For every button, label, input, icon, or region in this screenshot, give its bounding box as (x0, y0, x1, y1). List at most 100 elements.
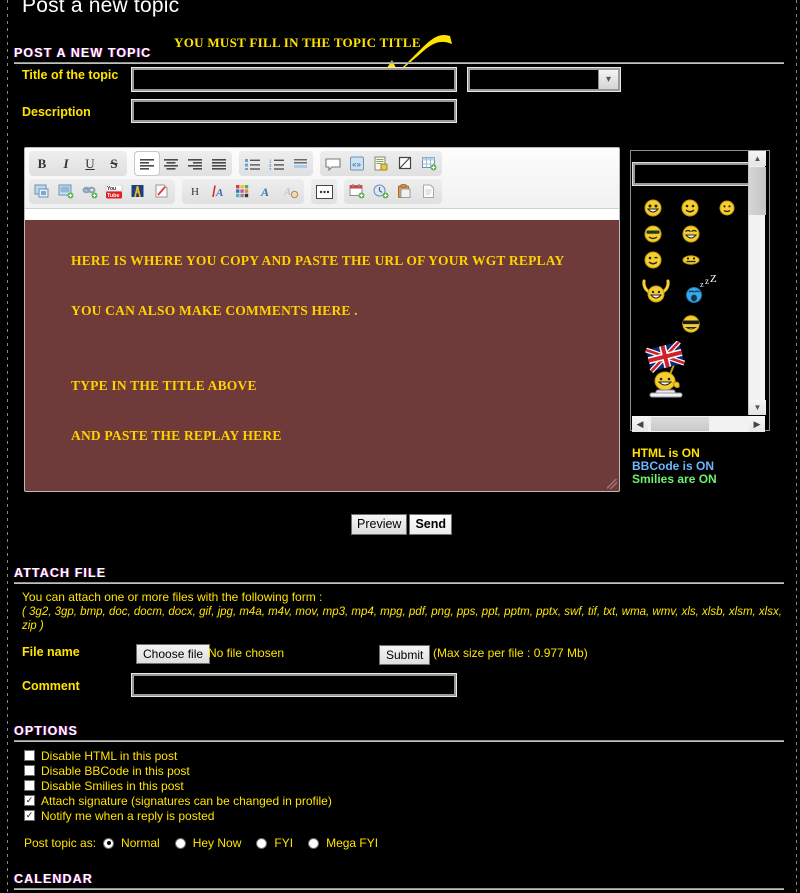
svg-text:Z: Z (710, 275, 717, 285)
category-select[interactable]: ▾ (467, 67, 621, 92)
option-row[interactable]: ✓ Notify me when a reply is posted (24, 808, 332, 823)
underline-icon[interactable]: U (78, 152, 102, 175)
code-icon[interactable]: «» (345, 152, 369, 175)
spoiler-icon[interactable] (393, 152, 417, 175)
smilies-vertical-scrollbar[interactable]: ▲ ▼ (748, 151, 766, 415)
choose-file-button[interactable]: Choose file (136, 644, 211, 664)
uk-flag-smiley-icon[interactable] (638, 341, 698, 399)
option-row[interactable]: ✓ Attach signature (signatures can be ch… (24, 793, 332, 808)
paste-icon[interactable] (393, 180, 417, 203)
scroll-down-icon[interactable]: ▼ (749, 400, 766, 415)
option-row[interactable]: Disable BBCode in this post (24, 763, 332, 778)
section-divider (14, 582, 784, 584)
checkbox-disable-html[interactable] (24, 750, 35, 761)
hidden-text-icon[interactable] (369, 152, 393, 175)
chevron-down-icon: ▾ (598, 70, 618, 89)
send-button[interactable]: Send (409, 514, 453, 535)
italic-icon[interactable]: I (54, 152, 78, 175)
checkbox-disable-smilies[interactable] (24, 780, 35, 791)
comment-input[interactable] (131, 673, 457, 697)
toolbar-group-align (134, 151, 232, 176)
align-left-icon[interactable] (135, 152, 159, 175)
strikethrough-icon[interactable]: S (102, 152, 126, 175)
section-heading-post: POST A NEW TOPIC (14, 46, 152, 60)
indent-icon[interactable] (288, 152, 312, 175)
font-family-icon[interactable]: A (255, 180, 279, 203)
checkbox-notify-reply[interactable]: ✓ (24, 810, 35, 821)
table-icon[interactable] (417, 152, 441, 175)
align-right-icon[interactable] (183, 152, 207, 175)
radio-hey-now[interactable] (174, 837, 186, 849)
scrollbar-thumb-horizontal[interactable] (651, 417, 709, 431)
sleep-smiley-icon[interactable]: zzZ (678, 273, 722, 307)
radio-fyi[interactable] (256, 837, 268, 849)
section-divider (14, 888, 784, 890)
scroll-right-icon[interactable]: ▶ (749, 416, 765, 432)
options-checkbox-list: Disable HTML in this post Disable BBCode… (24, 748, 332, 823)
option-row[interactable]: Disable HTML in this post (24, 748, 332, 763)
section-options: OPTIONS (14, 724, 784, 742)
description-input[interactable] (131, 99, 457, 123)
wink-smiley-icon[interactable] (634, 247, 672, 273)
comment-label: Comment (22, 679, 80, 693)
neutral-smiley-icon[interactable] (709, 195, 746, 221)
insert-media-icon[interactable] (54, 180, 78, 203)
section-heading-calendar: CALENDAR (14, 872, 93, 886)
radio-label-hey-now: Hey Now (192, 836, 242, 850)
file-name-label: File name (22, 645, 80, 659)
description-field-label: Description (22, 105, 91, 119)
color-palette-icon[interactable] (231, 180, 255, 203)
textarea-resize-handle[interactable] (607, 479, 617, 489)
laugh-smiley-icon[interactable] (672, 221, 710, 247)
sunglasses-smiley-icon[interactable] (672, 307, 710, 341)
smilies-horizontal-scrollbar[interactable]: ◀ ▶ (632, 416, 765, 432)
post-body-textarea[interactable]: HERE IS WHERE YOU COPY AND PASTE THE URL… (25, 220, 619, 491)
radio-normal[interactable] (103, 837, 115, 849)
insert-link-icon[interactable] (78, 180, 102, 203)
option-row[interactable]: Disable Smilies in this post (24, 778, 332, 793)
scroll-up-icon[interactable]: ▲ (749, 151, 766, 166)
preview-button[interactable]: Preview (351, 514, 408, 535)
page-right-border (796, 0, 797, 893)
more-options-icon[interactable] (312, 180, 336, 203)
cheer-smiley-icon[interactable] (634, 273, 678, 307)
smilies-search-input[interactable] (632, 162, 756, 186)
squint-smiley-icon[interactable] (672, 247, 710, 273)
title-input[interactable] (131, 67, 457, 92)
toolbar-group-insert: «» (320, 151, 442, 176)
status-smilies: Smilies are ON (632, 472, 717, 486)
flash-icon[interactable] (126, 180, 150, 203)
post-new-topic-page: Post a new topic YOU MUST FILL IN THE TO… (0, 0, 800, 893)
checkbox-attach-signature[interactable]: ✓ (24, 795, 35, 806)
toolbar-group-font: H A A A (182, 179, 304, 204)
submit-attachment-button[interactable]: Submit (379, 645, 431, 665)
svg-text:A: A (260, 185, 269, 199)
insert-time-icon[interactable] (369, 180, 393, 203)
align-justify-icon[interactable] (207, 152, 231, 175)
checkbox-disable-bbcode[interactable] (24, 765, 35, 776)
bold-icon[interactable]: B (30, 152, 54, 175)
bullet-list-icon[interactable] (240, 152, 264, 175)
attach-extensions-text: ( 3g2, 3gp, bmp, doc, docm, docx, gif, j… (22, 606, 782, 632)
toolbar-group-clipboard (344, 179, 442, 204)
scrollbar-thumb-vertical[interactable] (749, 167, 766, 215)
smile-smiley-icon[interactable] (671, 195, 708, 221)
insert-file-icon[interactable] (150, 180, 174, 203)
page-title: Post a new topic (22, 0, 180, 17)
align-center-icon[interactable] (159, 152, 183, 175)
quote-icon[interactable] (321, 152, 345, 175)
radio-mega-fyi[interactable] (308, 837, 320, 849)
font-highlight-icon[interactable]: A (279, 180, 303, 203)
youtube-icon[interactable]: You Tube (102, 180, 126, 203)
insert-date-icon[interactable] (345, 180, 369, 203)
new-page-icon[interactable] (417, 180, 441, 203)
smilies-row: zzZ (634, 273, 746, 307)
numbered-list-icon[interactable]: 123 (264, 152, 288, 175)
grin-smiley-icon[interactable] (634, 195, 671, 221)
page-left-border (7, 0, 8, 893)
scroll-left-icon[interactable]: ◀ (632, 416, 648, 432)
font-color-icon[interactable]: A (207, 180, 231, 203)
heading-icon[interactable]: H (183, 180, 207, 203)
cool-smiley-icon[interactable] (634, 221, 672, 247)
insert-image-icon[interactable] (30, 180, 54, 203)
